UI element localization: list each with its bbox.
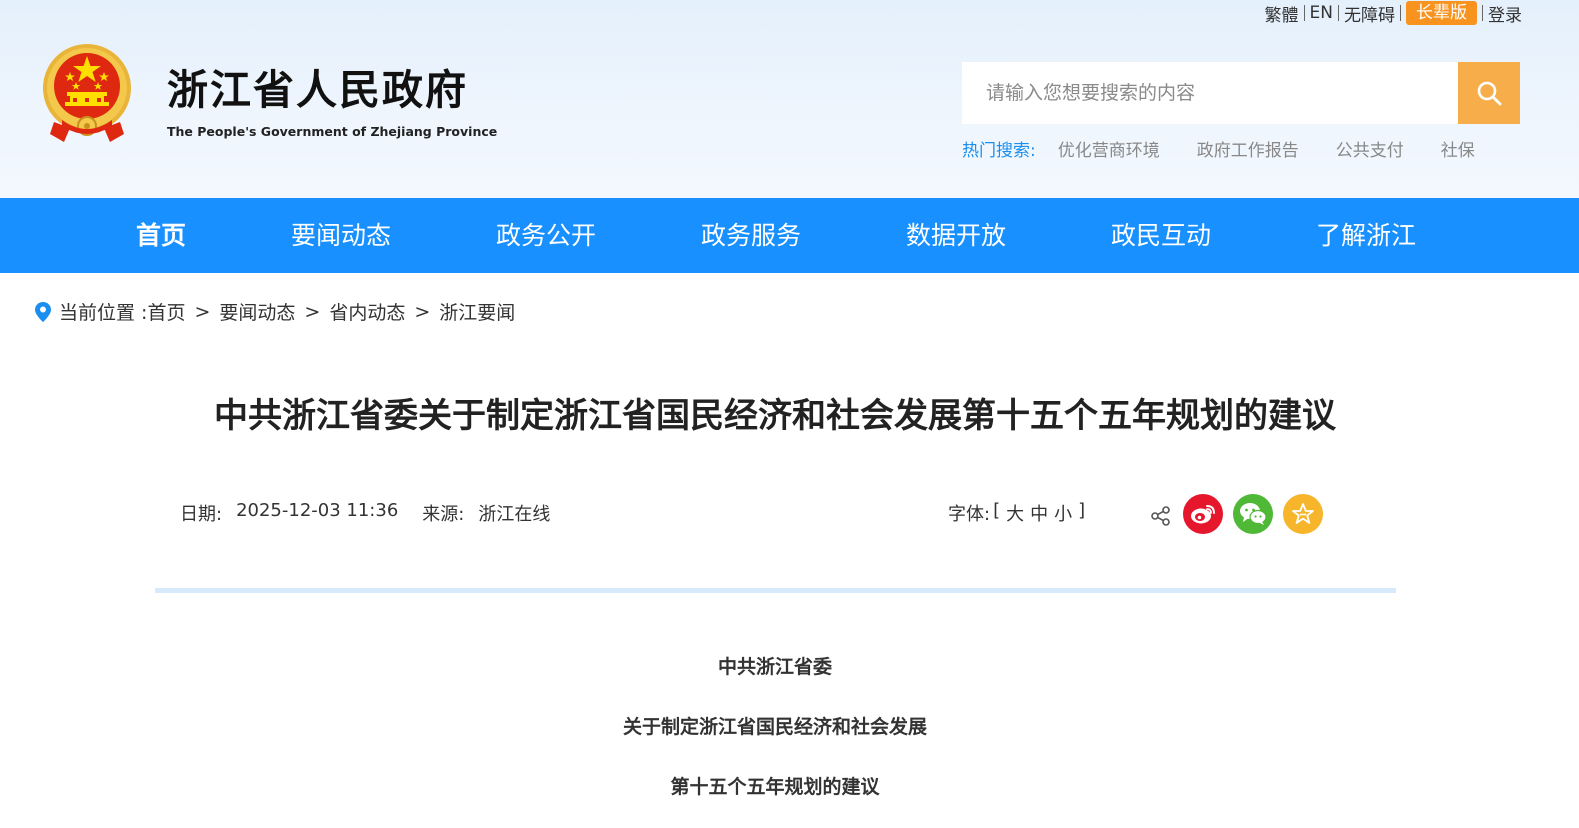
article-divider [155,588,1396,593]
breadcrumb-item[interactable]: 要闻动态 [219,298,295,325]
traditional-chinese-link[interactable]: 繁體 [1265,1,1299,26]
site-title[interactable]: 浙江省人民政府 [167,56,468,116]
breadcrumb-item[interactable]: 省内动态 [329,298,405,325]
site-subtitle: The People's Government of Zhejiang Prov… [167,124,498,139]
date-label: 日期: [180,504,223,525]
hot-search-label: 热门搜索: [962,141,1036,161]
accessibility-link[interactable]: 无障碍 [1344,1,1395,26]
font-size-label: 字体: [948,504,991,525]
wechat-icon [1240,503,1267,525]
weibo-icon [1191,505,1215,524]
elder-mode-button[interactable]: 长辈版 [1406,1,1477,25]
nav-item-news[interactable]: 要闻动态 [291,198,391,273]
source-label: 来源: [422,504,465,525]
site-header: 繁體 EN 无障碍 长辈版 登录 浙江省人民政府 The People's Go… [0,0,1579,198]
top-links: 繁體 EN 无障碍 长辈版 登录 [1265,1,1522,26]
wechat-share-button[interactable] [1233,494,1273,534]
hot-search-item[interactable]: 优化营商环境 [1058,136,1160,161]
login-link[interactable]: 登录 [1488,1,1522,26]
nav-item-about-zhejiang[interactable]: 了解浙江 [1316,198,1416,273]
weibo-share-button[interactable] [1183,494,1223,534]
favorite-icon [1292,503,1314,524]
top-link-divider [1482,5,1483,21]
top-link-divider [1303,5,1305,21]
article-body-heading: 关于制定浙江省国民经济和社会发展 [622,716,927,738]
favorite-button[interactable] [1283,494,1323,534]
breadcrumb-item[interactable]: 浙江要闻 [439,298,515,325]
article-source: 浙江在线 [478,504,551,525]
breadcrumb: 当前位置 : 首页 > 要闻动态 > 省内动态 > 浙江要闻 [35,298,515,325]
font-size-bracket-open: [ [993,500,1001,521]
font-size-small[interactable]: 小 [1054,500,1072,526]
search-box [962,62,1520,124]
nav-item-gov-services[interactable]: 政务服务 [701,198,801,273]
english-link[interactable]: EN [1310,3,1333,23]
font-size-control: 字体: [ 大 中 小 ] [948,500,1088,526]
top-link-divider [1400,5,1401,21]
hot-search: 热门搜索: 优化营商环境 政府工作报告 公共支付 社保 [962,136,1512,161]
search-button[interactable] [1458,62,1520,124]
publish-date: 2025-12-03 11:36 [236,500,399,521]
breadcrumb-prefix: 当前位置 : [59,302,148,324]
top-link-divider [1338,5,1339,21]
search-icon [1477,81,1502,106]
breadcrumb-separator: > [414,300,431,323]
hot-search-item[interactable]: 政府工作报告 [1197,136,1299,161]
article-body-heading: 第十五个五年规划的建议 [670,776,880,798]
nav-item-home[interactable]: 首页 [136,198,186,273]
hot-search-item[interactable]: 公共支付 [1336,136,1404,161]
location-pin-icon [35,301,51,322]
search-input[interactable] [962,62,1458,124]
nav-item-interaction[interactable]: 政民互动 [1111,198,1211,273]
article-title: 中共浙江省委关于制定浙江省国民经济和社会发展第十五个五年规划的建议 [214,396,1336,436]
font-size-large[interactable]: 大 [1006,500,1024,526]
hot-search-item[interactable]: 社保 [1441,136,1475,161]
breadcrumb-item[interactable]: 首页 [147,298,185,325]
article-body-heading: 中共浙江省委 [717,656,832,678]
share-icon[interactable] [1150,505,1172,527]
font-size-bracket-close: ] [1078,500,1086,521]
article-meta: 日期: 2025-12-03 11:36 来源: 浙江在线 [180,500,574,526]
national-emblem-icon[interactable] [40,42,134,146]
breadcrumb-separator: > [304,300,321,323]
font-size-medium[interactable]: 中 [1030,500,1048,526]
main-nav: 首页 要闻动态 政务公开 政务服务 数据开放 政民互动 了解浙江 [0,198,1579,273]
breadcrumb-separator: > [194,300,211,323]
nav-item-gov-affairs-disclosure[interactable]: 政务公开 [496,198,596,273]
nav-item-open-data[interactable]: 数据开放 [906,198,1006,273]
